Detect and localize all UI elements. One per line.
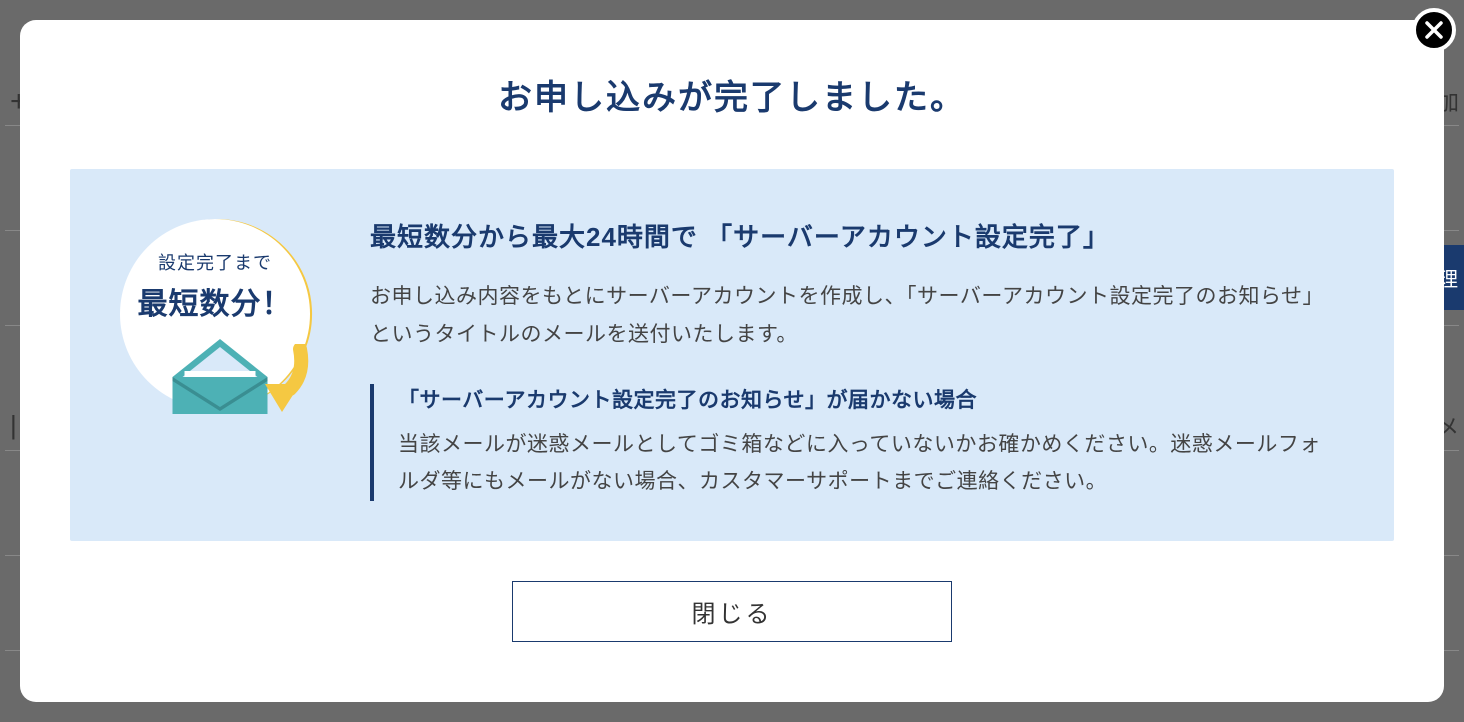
info-heading: 最短数分から最大24時間で 「サーバーアカウント設定完了」 xyxy=(370,217,1339,254)
note-text: 当該メールが迷惑メールとしてゴミ箱などに入っていないかお確かめください。迷惑メー… xyxy=(398,426,1339,502)
arrow-down-icon xyxy=(245,344,315,414)
close-button[interactable]: 閉じる xyxy=(512,581,952,642)
info-description: お申し込み内容をもとにサーバーアカウントを作成し、「サーバーアカウント設定完了の… xyxy=(370,278,1339,354)
close-icon xyxy=(1423,19,1445,41)
completion-modal: お申し込みが完了しました。 設定完了まで 最短数分！ xyxy=(20,20,1444,702)
badge-text-large: 最短数分！ xyxy=(138,279,293,323)
note-heading: 「サーバーアカウント設定完了のお知らせ」が届かない場合 xyxy=(398,384,1339,414)
setup-badge-icon: 設定完了まで 最短数分！ xyxy=(110,209,330,429)
modal-title: お申し込みが完了しました。 xyxy=(498,70,966,119)
info-content: 最短数分から最大24時間で 「サーバーアカウント設定完了」 お申し込み内容をもと… xyxy=(370,209,1339,501)
badge-text-small: 設定完了まで xyxy=(158,249,272,275)
info-panel: 設定完了まで 最短数分！ 最短数分から最大24時間で 「サーバーアカウント設定完… xyxy=(70,169,1394,541)
note-box: 「サーバーアカウント設定完了のお知らせ」が届かない場合 当該メールが迷惑メールと… xyxy=(370,384,1339,502)
close-button-label: 閉じる xyxy=(692,594,773,629)
modal-close-x-button[interactable] xyxy=(1412,8,1456,52)
bg-vbar-text: | xyxy=(10,410,17,441)
